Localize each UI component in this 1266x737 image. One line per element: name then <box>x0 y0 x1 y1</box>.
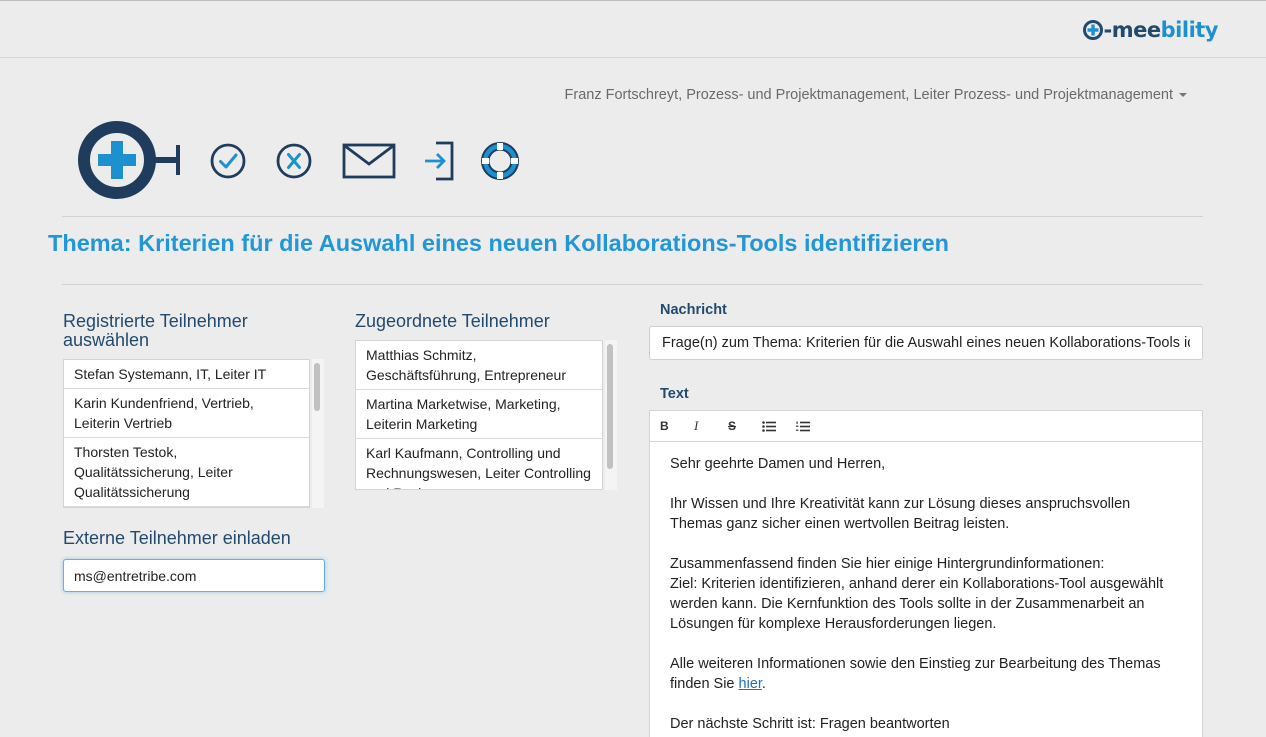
assigned-scrollbar[interactable] <box>605 340 617 490</box>
top-bar: -meebility <box>0 0 1266 58</box>
divider <box>62 216 1203 217</box>
editor-line: Ziel: Kriterien identifizieren, anhand d… <box>670 576 1164 632</box>
list-item[interactable]: Thorsten Testok, Qualitätssicherung, Lei… <box>64 438 309 507</box>
italic-button[interactable]: I <box>694 414 728 438</box>
brand-name: -meebility <box>1103 18 1219 42</box>
registered-heading: Registrierte Teilnehmer auswählen <box>63 311 248 350</box>
editor-paragraph: Zusammenfassend finden Sie hier einige H… <box>670 554 1182 634</box>
list-item[interactable]: Matthias Schmitz, Geschäftsführung, Entr… <box>356 341 602 390</box>
list-item[interactable]: Karl Kaufmann, Controlling und Rechnungs… <box>356 439 602 489</box>
check-circle-icon[interactable] <box>209 142 247 180</box>
registered-scrollbar[interactable] <box>312 359 324 508</box>
numbered-list-icon <box>796 421 810 431</box>
plus-circle-key-icon[interactable] <box>78 120 182 200</box>
list-item[interactable]: Karin Kundenfriend, Vertrieb, Leiterin V… <box>64 389 309 438</box>
sign-in-icon[interactable] <box>422 141 456 181</box>
editor-toolbar: B I S <box>649 410 1203 442</box>
assigned-heading: Zugeordnete Teilnehmer <box>355 311 550 331</box>
scrollbar-thumb[interactable] <box>607 344 613 469</box>
registered-list[interactable]: Stefan Systemann, IT, Leiter IT Karin Ku… <box>63 359 310 508</box>
editor-paragraph: Ihr Wissen und Ihre Kreativität kann zur… <box>670 496 1131 532</box>
bullet-list-icon <box>762 420 776 432</box>
here-link[interactable]: hier <box>739 676 762 692</box>
assigned-list[interactable]: Matthias Schmitz, Geschäftsführung, Entr… <box>355 340 603 490</box>
editor-greeting: Sehr geehrte Damen und Herren, <box>670 456 886 472</box>
editor-paragraph: Der nächste Schritt ist: Fragen beantwor… <box>670 716 950 732</box>
editor-line: Zusammenfassend finden Sie hier einige H… <box>670 556 1105 572</box>
external-heading: Externe Teilnehmer einladen <box>63 528 291 548</box>
user-menu-label: Franz Fortschreyt, Prozess- und Projektm… <box>564 87 1173 103</box>
action-toolbar <box>78 120 538 200</box>
list-item[interactable]: Martina Marketwise, Marketing, Leiterin … <box>356 390 602 439</box>
page-title: Thema: Kriterien für die Auswahl eines n… <box>48 230 949 256</box>
strikethrough-button[interactable]: S <box>728 414 762 438</box>
caret-down-icon <box>1179 93 1187 97</box>
brand-plus-icon <box>1082 20 1103 40</box>
subject-input[interactable] <box>649 326 1203 360</box>
text-label: Text <box>660 386 689 402</box>
x-circle-icon[interactable] <box>275 142 313 180</box>
scrollbar-thumb[interactable] <box>314 363 320 411</box>
editor-text: . <box>761 676 766 692</box>
divider <box>62 284 1203 285</box>
bullet-list-button[interactable] <box>762 414 796 438</box>
brand-logo[interactable]: -meebility <box>1082 18 1219 42</box>
user-menu[interactable]: Franz Fortschreyt, Prozess- und Projektm… <box>565 87 1187 103</box>
lifebuoy-icon[interactable] <box>481 142 519 180</box>
message-label: Nachricht <box>660 302 727 318</box>
message-editor[interactable]: Sehr geehrte Damen und Herren, Ihr Wisse… <box>649 442 1203 737</box>
editor-paragraph: Alle weiteren Informationen sowie den Ei… <box>670 654 1182 694</box>
numbered-list-button[interactable] <box>796 414 830 438</box>
list-item[interactable]: Stefan Systemann, IT, Leiter IT <box>64 360 309 389</box>
envelope-icon[interactable] <box>342 143 396 179</box>
bold-button[interactable]: B <box>660 414 694 438</box>
external-email-input[interactable] <box>63 559 325 592</box>
